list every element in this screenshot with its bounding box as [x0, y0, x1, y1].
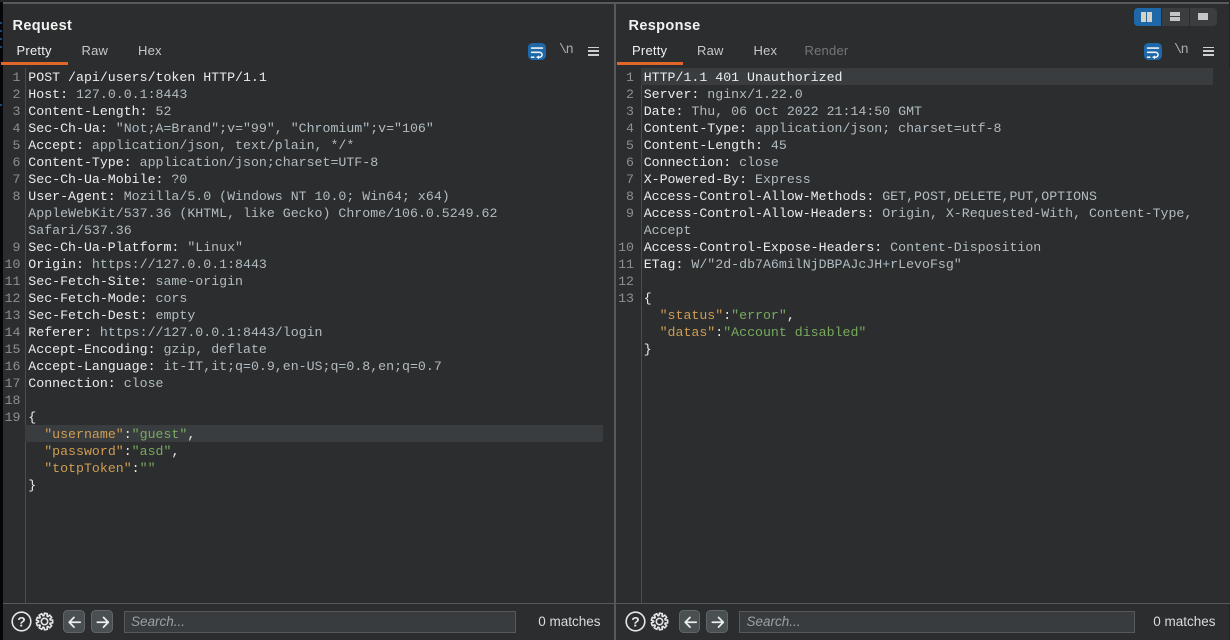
- svg-text:?: ?: [17, 614, 26, 630]
- svg-text:?: ?: [631, 614, 640, 630]
